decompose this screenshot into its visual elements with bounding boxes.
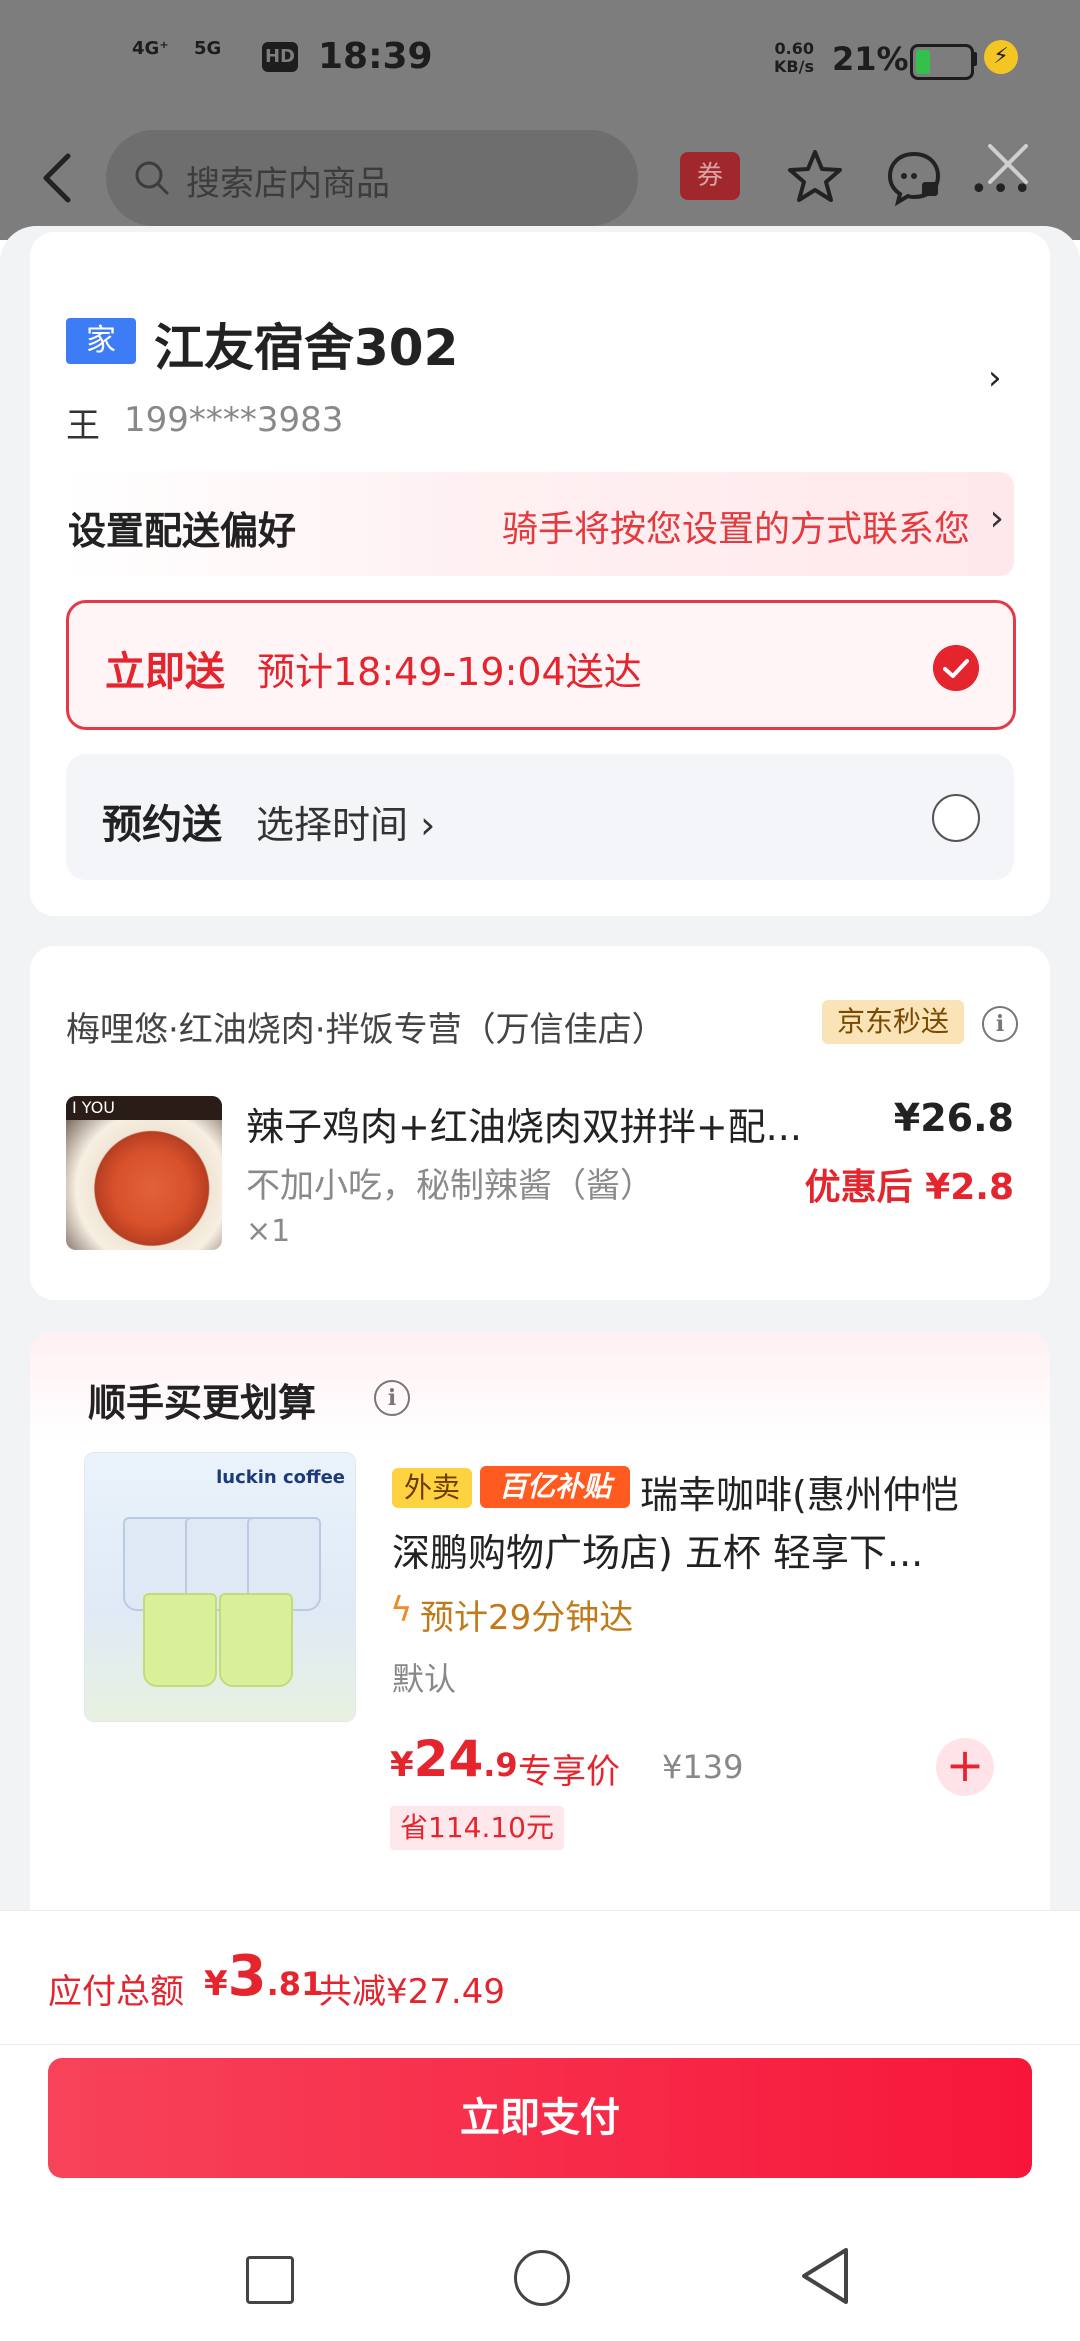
recent-apps-icon[interactable]: [246, 2256, 294, 2304]
price-currency: ¥: [390, 1745, 414, 1785]
status-bar: 4G⁺ 5G HD 18:39 0.60 KB/s 21% ⚡: [0, 0, 1080, 120]
address-title[interactable]: 江友宿舍302: [154, 308, 458, 380]
info-icon[interactable]: i: [982, 1006, 1018, 1042]
recommended-price: ¥24.9: [390, 1730, 518, 1788]
cup-shape: [143, 1593, 217, 1687]
subsidy-tag: 百亿补贴: [480, 1466, 630, 1508]
order-item-price: ¥26.8: [893, 1096, 1014, 1140]
add-to-order-button[interactable]: +: [936, 1738, 994, 1796]
jd-flash-delivery-badge: 京东秒送: [822, 1000, 964, 1044]
unchecked-radio-icon: [932, 794, 980, 842]
store-name[interactable]: 梅哩悠·红油烧肉·拌饭专营（万信佳店）: [66, 1002, 666, 1051]
deliver-now-label: 立即送: [105, 649, 225, 695]
luckin-coffee-logo: luckin coffee: [216, 1467, 345, 1488]
network-speed: 0.60 KB/s: [774, 40, 814, 76]
chevron-right-icon: ›: [989, 498, 1004, 539]
deliver-now-eta: 预计18:49-19:04送达: [257, 650, 642, 694]
coupon-icon[interactable]: 券: [680, 152, 740, 200]
status-time: 18:39: [318, 36, 433, 77]
deliver-now-option[interactable]: 立即送 预计18:49-19:04送达: [66, 600, 1016, 730]
total-label: 应付总额: [48, 1972, 184, 2012]
back-arrow-icon[interactable]: [38, 150, 78, 206]
home-icon[interactable]: [514, 2250, 570, 2306]
food-item-image: I YOU: [66, 1096, 222, 1250]
price-integer: 24: [413, 1730, 484, 1788]
search-placeholder: 搜索店内商品: [186, 164, 390, 204]
total-amount: ¥3.81: [204, 1944, 323, 2009]
delivery-preference-row[interactable]: 设置配送偏好 骑手将按您设置的方式联系您 ›: [66, 472, 1014, 576]
recipient-name: 王: [66, 406, 100, 446]
charging-icon: ⚡: [984, 40, 1018, 74]
delivery-preference-label: 设置配送偏好: [68, 509, 297, 553]
battery-icon: [910, 44, 974, 80]
delivery-preference-hint: 骑手将按您设置的方式联系您: [501, 509, 970, 550]
food-image-caption: I YOU: [66, 1096, 222, 1120]
checked-radio-icon: [933, 645, 979, 691]
scheduled-delivery-option[interactable]: 预约送 选择时间 ›: [66, 754, 1014, 880]
hd-icon: HD: [262, 42, 298, 72]
signal-5g-label: 5G: [194, 38, 222, 59]
system-back-icon[interactable]: [796, 2244, 856, 2308]
price-decimal: .9: [483, 1746, 518, 1784]
battery-percent: 21%: [832, 40, 909, 78]
savings-badge: 省114.10元: [390, 1806, 564, 1850]
coffee-product-image: luckin coffee: [84, 1452, 356, 1722]
search-icon: [135, 161, 169, 195]
store-search-input[interactable]: 搜索店内商品: [106, 130, 638, 226]
recommended-spec: 默认: [392, 1660, 457, 1698]
recipient-phone: 199****3983: [124, 400, 344, 440]
favorite-star-icon[interactable]: [786, 148, 844, 206]
total-reduction: 共减¥27.49: [318, 1972, 505, 2012]
customer-service-icon[interactable]: [884, 148, 944, 206]
network-speed-unit: KB/s: [774, 57, 814, 76]
battery-tip: [972, 52, 977, 66]
recommended-product-name-cont[interactable]: 深鹏购物广场店) 五杯 轻享下...: [392, 1522, 923, 1577]
address-chevron-icon[interactable]: ›: [988, 358, 1002, 398]
address-home-tag: 家: [66, 318, 136, 364]
total-currency: ¥: [204, 1964, 228, 2004]
lightning-icon: ϟ: [390, 1590, 413, 1630]
network-speed-value: 0.60: [774, 39, 814, 58]
recommended-eta: 预计29分钟达: [420, 1598, 634, 1638]
order-item-discount-price: 优惠后 ¥2.8: [804, 1167, 1014, 1208]
exclusive-price-label: 专享价: [518, 1752, 620, 1792]
signal-4g-label: 4G⁺: [132, 38, 169, 59]
total-integer: 3: [227, 1944, 267, 2009]
order-item-name: 辣子鸡肉+红油烧肉双拼拌+配...: [246, 1105, 802, 1149]
original-price: ¥139: [662, 1748, 744, 1786]
takeout-tag: 外卖: [392, 1468, 472, 1508]
scheduled-delivery-label: 预约送: [102, 802, 222, 848]
close-icon[interactable]: [984, 140, 1032, 188]
recommended-product-name[interactable]: 瑞幸咖啡(惠州仲恺: [640, 1464, 959, 1519]
divider: [0, 2044, 1080, 2045]
cup-shape: [219, 1593, 293, 1687]
order-item-spec: 不加小吃，秘制辣酱（酱）: [246, 1166, 654, 1206]
select-time-link[interactable]: 选择时间 ›: [256, 794, 435, 849]
order-item-quantity: ×1: [246, 1214, 291, 1249]
info-icon[interactable]: i: [374, 1380, 410, 1416]
pay-now-button[interactable]: 立即支付: [48, 2058, 1032, 2178]
recommendation-title: 顺手买更划算: [88, 1381, 317, 1425]
total-decimal: .81: [266, 1965, 324, 2003]
